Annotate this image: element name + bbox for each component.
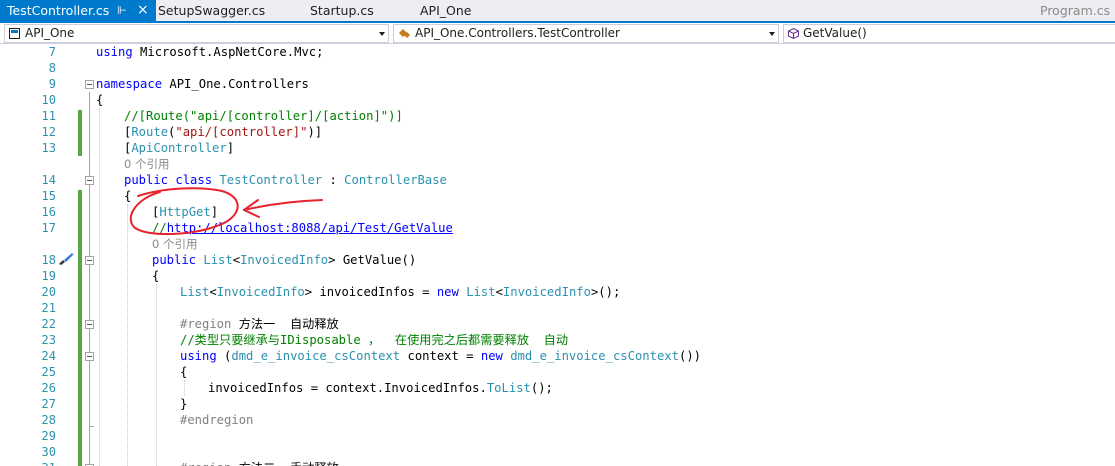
tab-label: API_One xyxy=(420,3,472,18)
class-icon xyxy=(399,29,410,38)
method-icon xyxy=(788,28,799,39)
tab-label: Program.cs xyxy=(1040,3,1111,18)
type-name: API_One.Controllers.TestController xyxy=(415,26,620,40)
csharp-project-icon xyxy=(9,28,20,39)
member-dropdown[interactable]: GetValue() xyxy=(783,24,1115,43)
tab-setupswagger[interactable]: SetupSwagger.cs xyxy=(158,0,288,21)
tab-testcontroller[interactable]: TestController.cs ⊩ × xyxy=(0,0,156,21)
tab-label: SetupSwagger.cs xyxy=(158,3,266,18)
tab-label: Startup.cs xyxy=(310,3,374,18)
navigation-bar: API_One API_One.Controllers.TestControll… xyxy=(0,23,1115,44)
project-dropdown[interactable]: API_One xyxy=(4,24,389,43)
code-editor[interactable]: 7 using Microsoft.AspNetCore.Mvc; 8 9 namesp… xyxy=(0,44,1115,466)
tab-program[interactable]: Program.cs xyxy=(1040,0,1115,21)
chevron-down-icon xyxy=(769,32,775,36)
document-tab-strip: TestController.cs ⊩ × SetupSwagger.cs St… xyxy=(0,0,1115,23)
chevron-down-icon xyxy=(379,32,385,36)
red-annotation-circle xyxy=(129,187,323,236)
close-icon[interactable]: × xyxy=(137,0,149,21)
member-name: GetValue() xyxy=(803,26,867,40)
tab-startup[interactable]: Startup.cs xyxy=(310,0,405,21)
tab-label: TestController.cs xyxy=(7,3,110,18)
project-name: API_One xyxy=(25,26,75,40)
pin-icon[interactable]: ⊩ xyxy=(117,0,127,21)
tab-api-one[interactable]: API_One xyxy=(420,0,500,21)
type-dropdown[interactable]: API_One.Controllers.TestController xyxy=(393,24,779,43)
